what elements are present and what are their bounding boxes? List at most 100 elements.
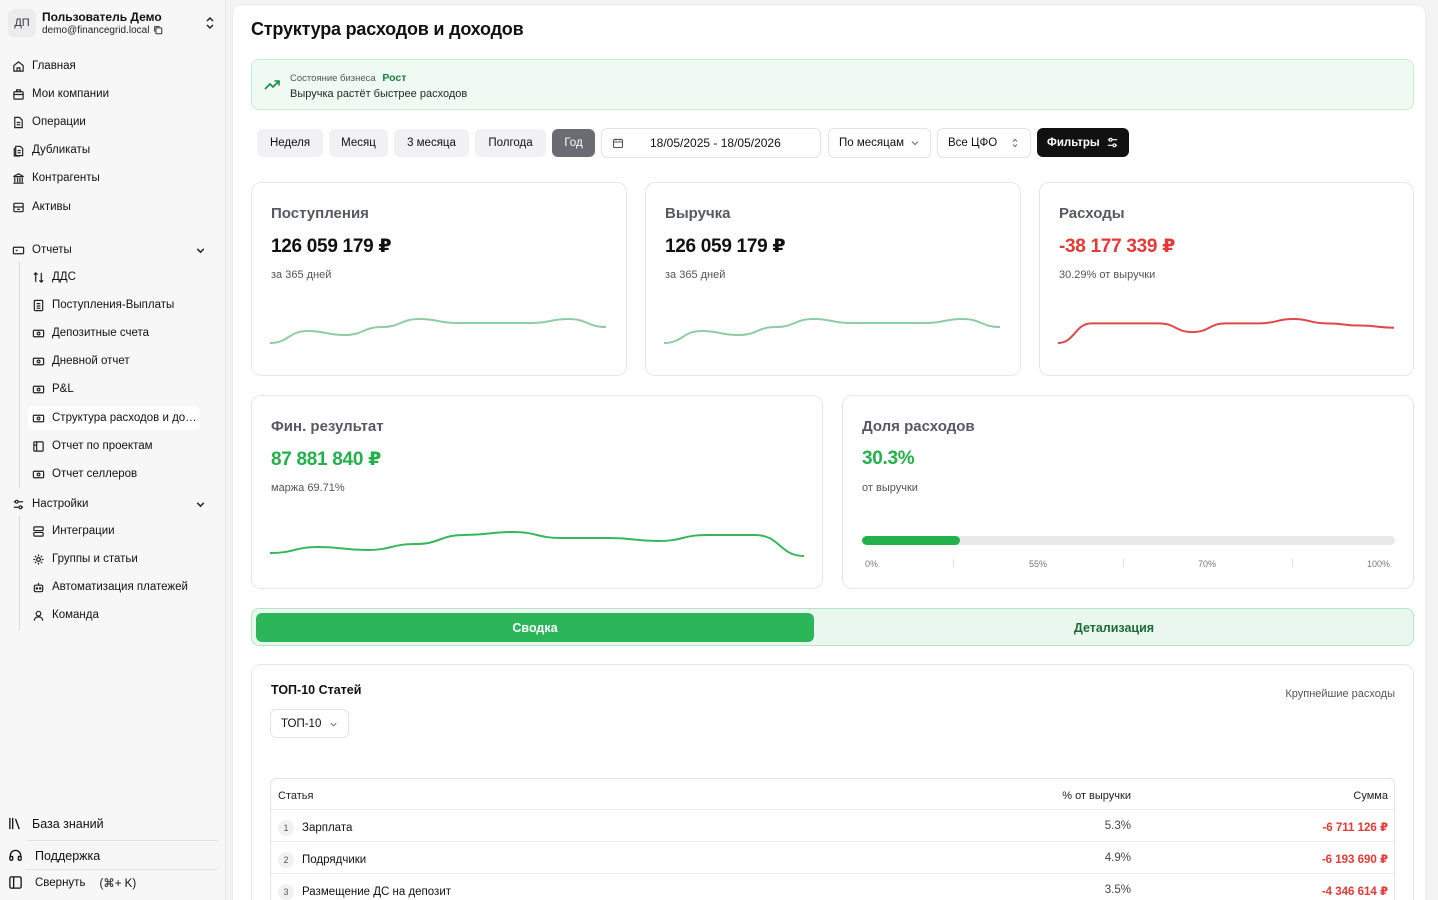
filters-button[interactable]: Фильтры [1037, 128, 1129, 157]
rank-badge: 1 [278, 820, 294, 836]
sidebar-item-assets[interactable]: Активы [8, 195, 71, 219]
date-range-picker[interactable]: 18/05/2025 - 18/05/2026 [601, 128, 821, 158]
wallet-icon [32, 414, 45, 422]
filters-label: Фильтры [1047, 136, 1100, 149]
wallet-icon [32, 329, 45, 337]
support-link[interactable]: Поддержка [8, 848, 100, 863]
sidebar-item-label: Группы и статьи [52, 553, 138, 565]
top-count-value: ТОП-10 [281, 717, 322, 730]
sidebar-group-reports[interactable]: Отчеты [8, 238, 214, 262]
sidebar-item-duplicates[interactable]: Дубликаты [8, 138, 90, 162]
article-sum: -4 346 614 ₽ [1321, 886, 1388, 898]
income-card: Поступления 126 059 179 ₽ за 365 дней [251, 182, 627, 376]
sidebar-item-integrations[interactable]: Интеграции [28, 519, 200, 543]
tick-label: 55% [1029, 559, 1048, 569]
collapse-sidebar-button[interactable]: Свернуть (⌘+ K) [8, 875, 136, 890]
article-name: Подрядчики [302, 854, 367, 866]
table-row[interactable]: 2 Подрядчики 4.9% -6 193 690 ₽ [271, 842, 1394, 874]
tick-label: 70% [1198, 559, 1217, 569]
period-year-button[interactable]: Год [552, 129, 595, 157]
sidebar-item-sellers-report[interactable]: Отчет селлеров [28, 462, 200, 486]
cfo-select[interactable]: Все ЦФО [937, 128, 1031, 158]
sidebar-item-dds[interactable]: ДДС [28, 265, 200, 289]
rank-badge: 2 [278, 852, 294, 868]
bot-icon [33, 582, 44, 592]
card-title: Фин. результат [271, 418, 384, 435]
tick-mark [953, 559, 954, 567]
library-icon [9, 817, 20, 830]
top-articles-table: Статья % от выручки Сумма 1 Зарплата 5.3%… [270, 778, 1395, 900]
column-header-sum[interactable]: Сумма [1353, 790, 1388, 802]
wallet-icon [32, 385, 45, 393]
column-header-percent[interactable]: % от выручки [1062, 790, 1131, 802]
table-header-row: Статья % от выручки Сумма [271, 779, 1394, 810]
progress-fill [862, 536, 960, 545]
card-value: -38 177 339 ₽ [1059, 236, 1176, 257]
trending-up-icon [264, 80, 280, 90]
chevron-down-icon [911, 141, 919, 146]
tab-details[interactable]: Детализация [818, 613, 1410, 642]
wallet-icon [12, 246, 25, 254]
article-percent: 4.9% [1104, 852, 1131, 864]
sidebar-item-deposits[interactable]: Депозитные счета [28, 321, 200, 345]
table-row[interactable]: 1 Зарплата 5.3% -6 711 126 ₽ [271, 810, 1394, 842]
sparkline-path [664, 317, 1000, 344]
sliders-icon [1107, 137, 1118, 148]
home-icon [13, 60, 24, 72]
sidebar-item-home[interactable]: Главная [8, 54, 76, 78]
chevron-down-icon [330, 722, 337, 727]
sidebar-item-projects-report[interactable]: Отчет по проектам [28, 434, 200, 458]
top-articles-card: ТОП-10 Статей Крупнейшие расходы ТОП-10 … [251, 664, 1414, 900]
sidebar-item-counterparties[interactable]: Контрагенты [8, 166, 100, 190]
sidebar-item-companies[interactable]: Мои компании [8, 82, 109, 106]
article-percent: 5.3% [1104, 820, 1131, 832]
column-header-article[interactable]: Статья [278, 790, 313, 802]
revenue-sparkline [664, 317, 1000, 344]
card-subtitle: за 365 дней [665, 269, 726, 281]
date-range-value: 18/05/2025 - 18/05/2026 [650, 136, 781, 150]
sidebar-item-label: P&L [52, 383, 74, 395]
sidebar-item-automation[interactable]: Автоматизация платежей [28, 575, 200, 599]
sidebar-item-label: Поступления-Выплаты [52, 299, 175, 311]
sidebar-item-income-payments[interactable]: Поступления-Выплаты [28, 293, 200, 317]
revenue-card: Выручка 126 059 179 ₽ за 365 дней [645, 182, 1021, 376]
document-icon [14, 116, 23, 128]
list-document-icon [33, 299, 44, 311]
sidebar-item-pnl[interactable]: P&L [28, 377, 200, 401]
tick-label: 100% [1367, 559, 1391, 569]
user-name: Пользователь Демо [42, 9, 162, 24]
sidebar-item-operations[interactable]: Операции [8, 110, 86, 134]
sidebar-collapse-icon [9, 876, 22, 889]
status-description: Выручка растёт быстрее расходов [290, 88, 468, 100]
chevron-down-icon [196, 248, 205, 254]
sidebar-group-settings[interactable]: Настройки [8, 492, 214, 516]
card-title: Доля расходов [862, 418, 975, 435]
sidebar-item-expense-structure[interactable]: Структура расходов и доходов [28, 406, 200, 430]
bank-icon [13, 172, 24, 184]
chevron-up-down-icon [206, 16, 214, 30]
period-week-button[interactable]: Неделя [257, 129, 323, 157]
period-month-button[interactable]: Месяц [329, 129, 388, 157]
sidebar-item-label: Дневной отчет [52, 355, 130, 367]
tree-line [19, 516, 20, 630]
period-halfyear-button[interactable]: Полгода [475, 129, 546, 157]
user-switcher[interactable]: ДП Пользователь Демо demo@financegrid.lo… [8, 6, 220, 40]
sidebar-item-daily-report[interactable]: Дневной отчет [28, 349, 200, 373]
sliders-icon [13, 499, 24, 509]
knowledge-base-link[interactable]: База знаний [8, 816, 104, 831]
grouping-select[interactable]: По месяцам [828, 128, 931, 158]
tab-summary[interactable]: Сводка [256, 613, 814, 642]
sidebar-item-label: Структура расходов и доходов [52, 412, 197, 424]
card-title: Выручка [665, 205, 731, 222]
copy-icon[interactable] [153, 25, 163, 35]
sidebar-item-groups[interactable]: Группы и статьи [28, 547, 200, 571]
main-content: Структура расходов и доходов Состояние б… [232, 4, 1426, 900]
page-title: Структура расходов и доходов [251, 19, 524, 39]
wallet-icon [32, 470, 45, 478]
table-row[interactable]: 3 Размещение ДС на депозит 3.5% -4 346 61… [271, 874, 1394, 900]
period-3months-button[interactable]: 3 месяца [394, 129, 469, 157]
top-count-select[interactable]: ТОП-10 [270, 709, 349, 738]
tick-mark [1292, 559, 1293, 567]
sidebar-item-label: Дубликаты [32, 144, 91, 156]
sidebar-item-team[interactable]: Команда [28, 603, 200, 627]
